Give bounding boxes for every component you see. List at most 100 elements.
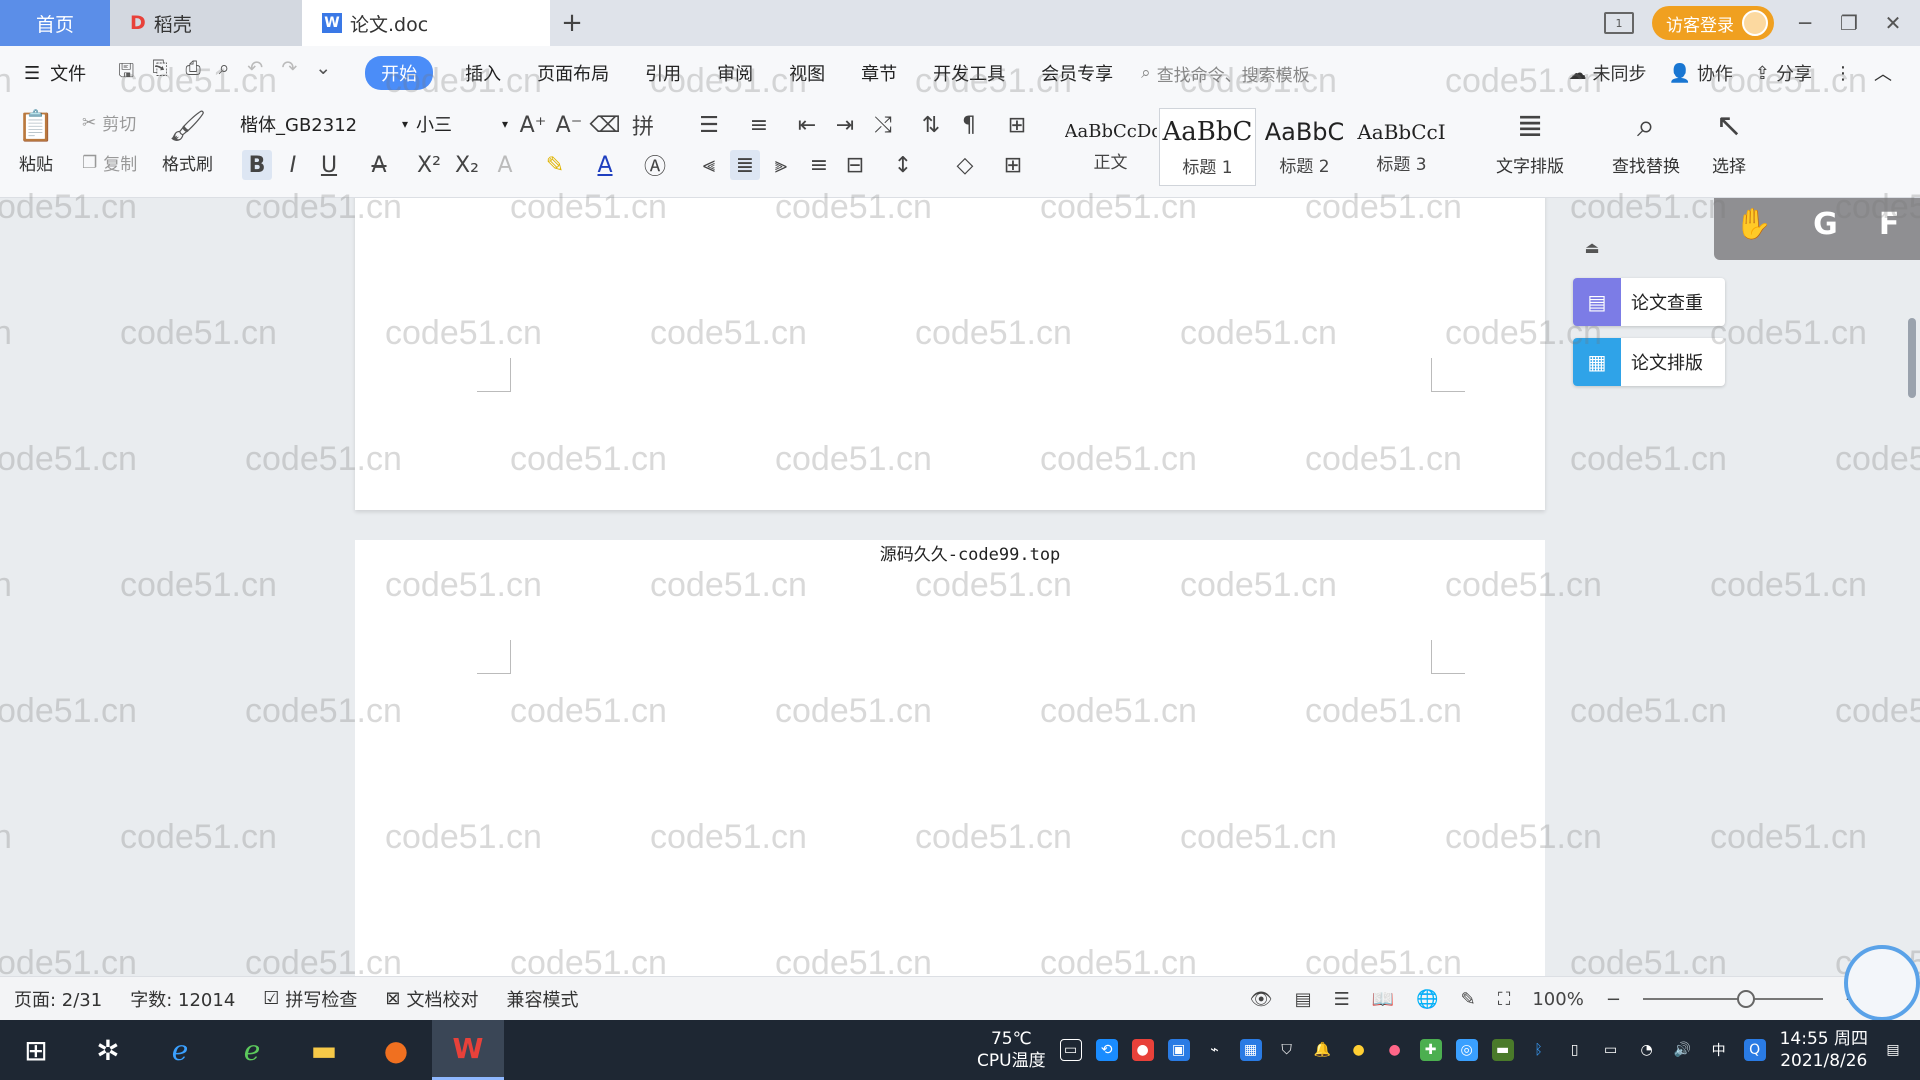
page-view-icon[interactable]: 1 bbox=[1604, 12, 1634, 34]
tab-references[interactable]: 引用 bbox=[627, 60, 699, 86]
select-button[interactable]: ↖ 选择 bbox=[1712, 106, 1746, 177]
undo-icon[interactable]: ↶ bbox=[247, 57, 263, 89]
more-icon[interactable]: ⋮ bbox=[1834, 63, 1852, 84]
font-size-select[interactable]: 小三 ▾ bbox=[412, 110, 512, 138]
reading-view-icon[interactable]: 📖 bbox=[1372, 989, 1394, 1010]
align-left-icon[interactable]: ⫷ bbox=[694, 150, 724, 180]
shield-tray-icon[interactable]: ⛉ bbox=[1276, 1039, 1298, 1061]
browser-360-icon[interactable]: ℯ bbox=[216, 1020, 288, 1080]
tab-view[interactable]: 视图 bbox=[771, 60, 843, 86]
clear-format-icon[interactable]: ⌫ bbox=[589, 110, 620, 140]
distribute-icon[interactable]: ⊟ bbox=[840, 150, 870, 180]
restore-icon[interactable]: ❐ bbox=[1836, 11, 1862, 35]
zoom-level[interactable]: 100% bbox=[1532, 989, 1583, 1010]
page-view-button-icon[interactable]: ▤ bbox=[1295, 989, 1312, 1010]
grow-font-icon[interactable]: A⁺ bbox=[518, 110, 548, 140]
style-normal[interactable]: AaBbCcDd 正文 bbox=[1062, 108, 1159, 186]
security-tray-icon[interactable]: ● bbox=[1131, 1039, 1154, 1061]
cut-button[interactable]: ✂ 剪切 bbox=[82, 110, 136, 136]
paper-check-button[interactable]: ▤ 论文查重 bbox=[1573, 278, 1725, 326]
tab-chapter[interactable]: 章节 bbox=[843, 60, 915, 86]
phonetic-guide-icon[interactable]: 拼 bbox=[628, 110, 658, 140]
collapse-panel-icon[interactable]: ⏏ bbox=[1577, 232, 1607, 262]
tab-insert[interactable]: 插入 bbox=[447, 60, 519, 86]
decrease-indent-icon[interactable]: ⇤ bbox=[792, 110, 822, 140]
guest-login-button[interactable]: 访客登录 bbox=[1652, 6, 1774, 40]
close-icon[interactable]: ✕ bbox=[1880, 11, 1906, 35]
font-name-select[interactable]: 楷体_GB2312 ▾ bbox=[236, 110, 412, 138]
clock[interactable]: 14:55 周四 2021/8/26 bbox=[1780, 1028, 1868, 1072]
ie-browser-icon[interactable]: ℯ bbox=[144, 1020, 216, 1080]
windows-start-icon[interactable]: ⊞ bbox=[0, 1020, 72, 1080]
new-tab-button[interactable]: + bbox=[550, 0, 594, 46]
collaborate-button[interactable]: 👤 协作 bbox=[1668, 60, 1732, 86]
minimize-icon[interactable]: ─ bbox=[1792, 11, 1818, 35]
battery-tray-icon[interactable]: ▭ bbox=[1600, 1039, 1622, 1061]
phone-tray-icon[interactable]: ▯ bbox=[1564, 1039, 1586, 1061]
zoom-out-icon[interactable]: − bbox=[1606, 989, 1621, 1010]
page-2[interactable] bbox=[355, 540, 1545, 976]
bluetooth-tray-icon[interactable]: ᛒ bbox=[1528, 1039, 1550, 1061]
shading-icon[interactable]: ◇ bbox=[950, 150, 980, 180]
tab-page-layout[interactable]: 页面布局 bbox=[519, 60, 627, 86]
cpu-temperature[interactable]: 75℃ CPU温度 bbox=[977, 1028, 1046, 1072]
scrollbar-thumb[interactable] bbox=[1908, 318, 1916, 398]
file-explorer-icon[interactable]: ▬ bbox=[288, 1020, 360, 1080]
shrink-font-icon[interactable]: A⁻ bbox=[554, 110, 584, 140]
floating-toolbar[interactable]: ✋ G F bbox=[1714, 198, 1920, 260]
word-count[interactable]: 字数: 12014 bbox=[130, 986, 235, 1012]
format-painter-button[interactable]: 🖌 格式刷 bbox=[162, 106, 213, 176]
text-effect-icon[interactable]: A bbox=[490, 150, 520, 180]
tab-review[interactable]: 审阅 bbox=[699, 60, 771, 86]
strikethrough-icon[interactable]: A bbox=[364, 150, 394, 180]
bullet-list-icon[interactable]: ☰ bbox=[694, 110, 724, 140]
gpu-tray-icon[interactable]: ▬ bbox=[1491, 1039, 1514, 1061]
copy-button[interactable]: ❐ 复制 bbox=[82, 150, 137, 176]
cloud-tray-icon[interactable]: ◎ bbox=[1455, 1039, 1478, 1061]
plus-tray-icon[interactable]: ✚ bbox=[1419, 1039, 1442, 1061]
tab-home-ribbon[interactable]: 开始 bbox=[365, 56, 434, 90]
zoom-slider[interactable] bbox=[1642, 990, 1823, 1008]
network-tray-icon[interactable]: ⟲ bbox=[1095, 1039, 1118, 1061]
show-marks-icon[interactable]: ¶ bbox=[954, 110, 984, 140]
command-search[interactable]: ⌕ 查找命令、搜索模板 bbox=[1141, 61, 1310, 86]
superscript-icon[interactable]: X² bbox=[414, 150, 444, 180]
increase-indent-icon[interactable]: ⇥ bbox=[830, 110, 860, 140]
qq-tray-icon[interactable]: ● bbox=[1348, 1039, 1370, 1061]
wifi-tray-icon[interactable]: ◔ bbox=[1636, 1039, 1658, 1061]
justify-icon[interactable]: ≡ bbox=[804, 150, 834, 180]
sync-status[interactable]: ☁ 未同步 bbox=[1568, 60, 1646, 86]
character-border-icon[interactable]: Ⓐ bbox=[640, 150, 670, 180]
borders-icon[interactable]: ⊞ bbox=[998, 150, 1028, 180]
vertical-scrollbar[interactable] bbox=[1906, 198, 1918, 976]
media-app-icon[interactable]: ● bbox=[360, 1020, 432, 1080]
align-center-icon[interactable]: ≣ bbox=[730, 150, 760, 180]
assistant-bubble-icon[interactable] bbox=[1844, 945, 1920, 1021]
bold-icon[interactable]: B bbox=[242, 150, 272, 180]
sort-icon[interactable]: ⇅ bbox=[916, 110, 946, 140]
proofread-button[interactable]: ⊠ 文档校对 bbox=[385, 986, 478, 1012]
highlight-icon[interactable]: ✎ bbox=[540, 150, 570, 180]
numbered-list-icon[interactable]: ≡ bbox=[744, 110, 774, 140]
eye-protect-icon[interactable]: 👁 bbox=[1250, 989, 1273, 1010]
table-tools-icon[interactable]: ⊞ bbox=[1002, 110, 1032, 140]
subscript-icon[interactable]: X₂ bbox=[452, 150, 482, 180]
tab-docer[interactable]: D 稻壳 bbox=[110, 0, 302, 46]
volume-tray-icon[interactable]: 🔊 bbox=[1672, 1039, 1694, 1061]
tab-developer[interactable]: 开发工具 bbox=[915, 60, 1023, 86]
style-heading-2[interactable]: AaBbC 标题 2 bbox=[1256, 108, 1353, 186]
wps-app-icon[interactable]: W bbox=[432, 1020, 504, 1080]
ime-indicator[interactable]: 中 bbox=[1708, 1039, 1730, 1061]
bell-tray-icon[interactable]: 🔔 bbox=[1312, 1039, 1334, 1061]
redo-icon[interactable]: ↷ bbox=[281, 57, 297, 89]
font-color-icon[interactable]: A bbox=[590, 150, 620, 180]
pinwheel-app-icon[interactable]: ✲ bbox=[72, 1020, 144, 1080]
monitor-tray-icon[interactable]: ▭ bbox=[1059, 1039, 1082, 1061]
zoom-slider-knob[interactable] bbox=[1736, 990, 1755, 1008]
underline-icon[interactable]: U bbox=[314, 150, 344, 180]
customize-chevron-down-icon[interactable]: ⌄ bbox=[315, 57, 331, 89]
input-method-tray-icon[interactable]: Q bbox=[1743, 1039, 1766, 1061]
style-heading-1[interactable]: AaBbC 标题 1 bbox=[1159, 108, 1256, 186]
align-right-icon[interactable]: ⫸ bbox=[766, 150, 796, 180]
tab-member[interactable]: 会员专享 bbox=[1023, 60, 1131, 86]
